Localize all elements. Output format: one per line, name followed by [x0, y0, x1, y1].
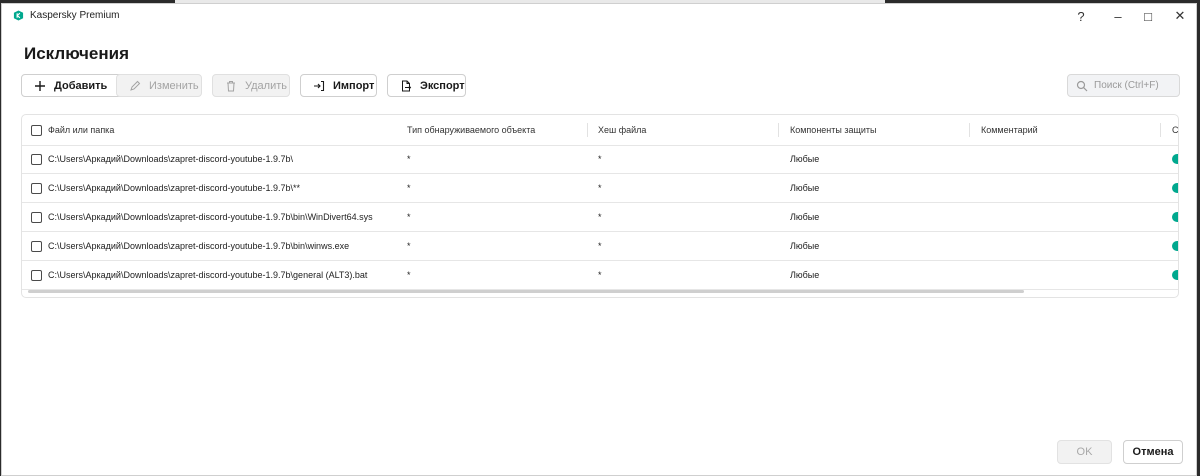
table-row[interactable]: C:\Users\Аркадий\Downloads\zapret-discor…	[22, 232, 1178, 261]
cancel-button[interactable]: Отмена	[1123, 440, 1183, 464]
cell-components: Любые	[790, 241, 820, 251]
cell-type: *	[407, 241, 411, 251]
help-button[interactable]: ?	[1066, 6, 1096, 26]
pencil-icon	[127, 78, 143, 94]
select-all-checkbox[interactable]	[31, 125, 42, 136]
cell-hash: *	[598, 154, 602, 164]
column-divider[interactable]	[1160, 123, 1161, 137]
cell-hash: *	[598, 183, 602, 193]
status-toggle[interactable]	[1172, 241, 1178, 251]
row-checkbox[interactable]	[31, 212, 42, 223]
cell-type: *	[407, 212, 411, 222]
title-bar: Kaspersky Premium ? – □ ✕	[2, 4, 1196, 26]
cell-components: Любые	[790, 183, 820, 193]
close-button[interactable]: ✕	[1165, 6, 1195, 26]
column-header-hash[interactable]: Хеш файла	[598, 115, 646, 145]
edit-button[interactable]: Изменить	[116, 74, 202, 97]
edit-button-label: Изменить	[149, 79, 199, 92]
maximize-button[interactable]: □	[1133, 6, 1163, 26]
search-placeholder: Поиск (Ctrl+F)	[1094, 80, 1159, 91]
delete-button-label: Удалить	[245, 79, 287, 92]
status-toggle[interactable]	[1172, 270, 1178, 280]
search-icon	[1076, 80, 1088, 91]
add-button-label: Добавить	[54, 79, 108, 92]
column-header-components[interactable]: Компоненты защиты	[790, 115, 877, 145]
cell-path: C:\Users\Аркадий\Downloads\zapret-discor…	[48, 241, 350, 251]
horizontal-scrollbar[interactable]	[28, 290, 1024, 293]
search-input[interactable]: Поиск (Ctrl+F)	[1067, 74, 1180, 97]
import-button-label: Импорт	[333, 79, 375, 92]
row-checkbox[interactable]	[31, 270, 42, 281]
page-title: Исключения	[24, 44, 130, 63]
cell-hash: *	[598, 241, 602, 251]
trash-icon	[223, 78, 239, 94]
cell-path: C:\Users\Аркадий\Downloads\zapret-discor…	[48, 270, 368, 280]
cell-type: *	[407, 183, 411, 193]
cell-type: *	[407, 270, 411, 280]
row-checkbox[interactable]	[31, 154, 42, 165]
cell-components: Любые	[790, 154, 820, 164]
cell-hash: *	[598, 212, 602, 222]
column-header-type[interactable]: Тип обнаруживаемого объекта	[407, 115, 535, 145]
status-toggle[interactable]	[1172, 154, 1178, 164]
exclusions-table: Файл или папка Тип обнаруживаемого объек…	[21, 114, 1179, 298]
table-header: Файл или папка Тип обнаруживаемого объек…	[22, 115, 1178, 146]
exclusions-window: Kaspersky Premium ? – □ ✕ Исключения Доб…	[1, 3, 1197, 476]
minimize-button[interactable]: –	[1103, 6, 1133, 26]
kaspersky-logo-icon	[13, 10, 24, 21]
row-checkbox[interactable]	[31, 183, 42, 194]
table-row[interactable]: C:\Users\Аркадий\Downloads\zapret-discor…	[22, 261, 1178, 290]
cell-components: Любые	[790, 270, 820, 280]
column-header-status[interactable]: Ст	[1172, 115, 1178, 145]
table-row[interactable]: C:\Users\Аркадий\Downloads\zapret-discor…	[22, 145, 1178, 174]
column-header-file[interactable]: Файл или папка	[48, 115, 114, 145]
column-header-comment[interactable]: Комментарий	[981, 115, 1038, 145]
cell-hash: *	[598, 270, 602, 280]
column-divider[interactable]	[778, 123, 779, 137]
status-toggle[interactable]	[1172, 212, 1178, 222]
import-button[interactable]: Импорт	[300, 74, 377, 97]
cell-path: C:\Users\Аркадий\Downloads\zapret-discor…	[48, 212, 373, 222]
plus-icon	[32, 78, 48, 94]
cell-path: C:\Users\Аркадий\Downloads\zapret-discor…	[48, 183, 301, 193]
delete-button[interactable]: Удалить	[212, 74, 290, 97]
import-icon	[311, 78, 327, 94]
status-toggle[interactable]	[1172, 183, 1178, 193]
app-title: Kaspersky Premium	[30, 10, 120, 21]
cell-type: *	[407, 154, 411, 164]
export-button[interactable]: Экспорт	[387, 74, 466, 97]
export-file-icon	[398, 78, 414, 94]
table-row[interactable]: C:\Users\Аркадий\Downloads\zapret-discor…	[22, 174, 1178, 203]
cell-components: Любые	[790, 212, 820, 222]
export-button-label: Экспорт	[420, 79, 465, 92]
ok-button[interactable]: OK	[1057, 440, 1112, 464]
row-checkbox[interactable]	[31, 241, 42, 252]
table-row[interactable]: C:\Users\Аркадий\Downloads\zapret-discor…	[22, 203, 1178, 232]
column-divider[interactable]	[969, 123, 970, 137]
column-divider[interactable]	[587, 123, 588, 137]
cell-path: C:\Users\Аркадий\Downloads\zapret-discor…	[48, 154, 294, 164]
